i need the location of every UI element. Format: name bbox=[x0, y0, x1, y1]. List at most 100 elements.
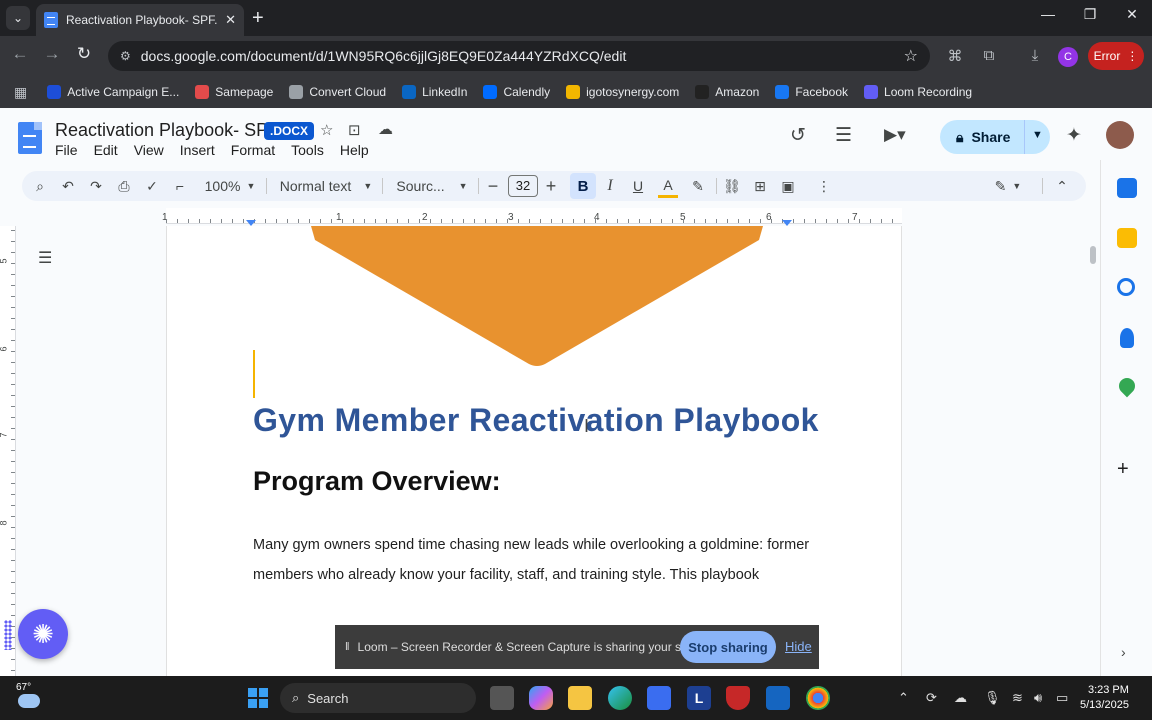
file-explorer-icon[interactable] bbox=[568, 686, 592, 710]
zoom-select[interactable]: 100% ▼ bbox=[200, 171, 260, 201]
spellcheck-icon[interactable]: ✓ bbox=[142, 171, 162, 201]
loom-record-icon[interactable]: ✺ bbox=[18, 609, 68, 659]
copilot-icon[interactable] bbox=[529, 686, 553, 710]
gemini-icon[interactable]: ✦ bbox=[1066, 124, 1082, 147]
reload-icon[interactable]: ↻ bbox=[72, 44, 96, 64]
new-tab-icon[interactable]: + bbox=[252, 6, 264, 30]
menu-insert[interactable]: Insert bbox=[180, 142, 215, 158]
edge-icon[interactable] bbox=[608, 686, 632, 710]
show-side-panel-icon[interactable]: › bbox=[1121, 644, 1126, 660]
window-close-icon[interactable]: ✕ bbox=[1112, 6, 1152, 23]
error-button[interactable]: Error ⋮ bbox=[1088, 42, 1144, 70]
weather-cloud-icon[interactable] bbox=[18, 694, 40, 708]
store-icon[interactable] bbox=[647, 686, 671, 710]
add-comment-icon[interactable]: ⊞ bbox=[750, 171, 770, 201]
bookmark-item[interactable]: Loom Recording bbox=[864, 85, 972, 99]
orange-chevron-shape[interactable] bbox=[311, 226, 763, 368]
increase-font-size-icon[interactable]: + bbox=[542, 171, 560, 201]
extensions-icon[interactable]: ⧉ bbox=[978, 47, 1000, 64]
paragraph-style-select[interactable]: Normal text ▼ bbox=[278, 171, 374, 201]
bookmark-item[interactable]: LinkedIn bbox=[402, 85, 467, 99]
devtools-extension-icon[interactable]: ⌘ bbox=[944, 47, 966, 65]
wifi-icon[interactable]: ≋ bbox=[1012, 690, 1023, 706]
meet-icon[interactable]: ▶▾ bbox=[884, 125, 906, 145]
task-view-icon[interactable] bbox=[490, 686, 514, 710]
cloud-saved-icon[interactable]: ☁ bbox=[378, 120, 393, 138]
tab-search-icon[interactable]: ⌄ bbox=[6, 6, 30, 30]
tab-close-icon[interactable]: ✕ bbox=[225, 12, 236, 28]
bold-button[interactable]: B bbox=[570, 173, 596, 199]
bookmark-item[interactable]: Amazon bbox=[695, 85, 759, 99]
document-title[interactable]: Reactivation Playbook- SPF bbox=[55, 120, 279, 141]
menu-format[interactable]: Format bbox=[231, 142, 275, 158]
decrease-font-size-icon[interactable]: − bbox=[484, 171, 502, 201]
lightshot-icon[interactable]: L bbox=[687, 686, 711, 710]
font-size-input[interactable]: 32 bbox=[508, 175, 538, 197]
chrome-icon[interactable] bbox=[806, 686, 830, 710]
clock[interactable]: 3:23 PM 5/13/2025 bbox=[1080, 683, 1129, 713]
battery-icon[interactable]: ▭ bbox=[1056, 690, 1068, 706]
tasks-icon[interactable] bbox=[1117, 278, 1135, 296]
move-folder-icon[interactable]: ⊡ bbox=[348, 121, 361, 139]
font-select[interactable]: Sourc... ▼ bbox=[394, 171, 470, 201]
print-icon[interactable]: ⎙ bbox=[114, 171, 134, 201]
menu-help[interactable]: Help bbox=[340, 142, 369, 158]
user-avatar[interactable] bbox=[1106, 121, 1134, 149]
bookmark-item[interactable]: igotosynergy.com bbox=[566, 85, 679, 99]
chevron-down-icon[interactable]: ▼ bbox=[1032, 129, 1043, 141]
mcafee-icon[interactable] bbox=[726, 686, 750, 710]
download-icon[interactable]: ⤓ bbox=[1024, 47, 1046, 64]
menu-edit[interactable]: Edit bbox=[94, 142, 118, 158]
insert-image-icon[interactable]: ▣ bbox=[778, 171, 798, 201]
document-outline-icon[interactable]: ☰ bbox=[38, 248, 52, 268]
stop-sharing-button[interactable]: Stop sharing bbox=[680, 631, 776, 663]
vertical-scrollbar-thumb[interactable] bbox=[1090, 246, 1096, 264]
back-icon[interactable]: ← bbox=[8, 44, 32, 64]
menu-tools[interactable]: Tools bbox=[291, 142, 324, 158]
site-info-icon[interactable]: ⚙ bbox=[120, 49, 131, 63]
menu-view[interactable]: View bbox=[134, 142, 164, 158]
search-menus-icon[interactable]: ⌕ bbox=[30, 171, 50, 201]
loom-drag-handle[interactable] bbox=[4, 620, 12, 650]
underline-button[interactable]: U bbox=[628, 171, 648, 201]
bookmark-star-icon[interactable]: ☆ bbox=[904, 46, 918, 66]
onedrive-icon[interactable]: ☁ bbox=[954, 690, 967, 706]
highlight-color-icon[interactable]: ✎ bbox=[688, 171, 708, 201]
editing-mode-select[interactable]: ✎ ▼ bbox=[990, 171, 1026, 201]
microphone-icon[interactable]: 🎙︎ bbox=[984, 690, 1001, 706]
browser-tab-active[interactable]: Reactivation Playbook- SPF.doc ✕ bbox=[36, 4, 244, 36]
add-addon-icon[interactable]: + bbox=[1117, 458, 1129, 481]
taskbar-search[interactable]: ⌕ Search bbox=[280, 683, 476, 713]
bookmark-item[interactable]: Facebook bbox=[775, 85, 848, 99]
restore-icon[interactable]: ❐ bbox=[1070, 6, 1110, 23]
hide-link[interactable]: Hide bbox=[785, 639, 812, 654]
paint-format-icon[interactable]: ⌐ bbox=[170, 171, 190, 201]
insert-link-icon[interactable]: ⛓ bbox=[722, 171, 742, 201]
docs-logo-icon[interactable] bbox=[18, 122, 42, 154]
bookmark-item[interactable]: Samepage bbox=[195, 85, 273, 99]
bookmark-item[interactable]: Convert Cloud bbox=[289, 85, 386, 99]
menu-file[interactable]: File bbox=[55, 142, 78, 158]
hide-menus-icon[interactable]: ⌃ bbox=[1052, 171, 1072, 201]
comments-icon[interactable]: ☰ bbox=[835, 124, 852, 147]
keep-icon[interactable] bbox=[1117, 228, 1137, 248]
forward-icon[interactable]: → bbox=[40, 44, 64, 64]
bookmark-item[interactable]: Active Campaign E... bbox=[47, 85, 179, 99]
sync-icon[interactable]: ⟳ bbox=[926, 690, 937, 706]
apps-grid-icon[interactable]: ▦ bbox=[14, 84, 27, 101]
outlook-icon[interactable] bbox=[766, 686, 790, 710]
show-hidden-icons-icon[interactable]: ⌃ bbox=[898, 690, 909, 706]
star-icon[interactable]: ☆ bbox=[320, 121, 333, 139]
redo-icon[interactable]: ↷ bbox=[86, 171, 106, 201]
ruler-track[interactable]: 11234567 bbox=[162, 208, 902, 226]
windows-start-icon[interactable] bbox=[248, 688, 268, 708]
document-page[interactable]: Gym Member Reactivation Playbook I Progr… bbox=[166, 226, 902, 676]
profile-avatar[interactable]: C bbox=[1058, 47, 1078, 67]
bookmark-item[interactable]: Calendly bbox=[483, 85, 550, 99]
calendar-icon[interactable] bbox=[1117, 178, 1137, 198]
drag-handle-icon[interactable]: ‖ bbox=[345, 641, 350, 653]
text-color-button[interactable]: A bbox=[658, 174, 678, 198]
url-bar[interactable]: ⚙ docs.google.com/document/d/1WN95RQ6c6j… bbox=[108, 41, 930, 71]
weather-temperature[interactable]: 67° bbox=[16, 682, 31, 693]
more-options-icon[interactable]: ⋮ bbox=[814, 171, 834, 201]
